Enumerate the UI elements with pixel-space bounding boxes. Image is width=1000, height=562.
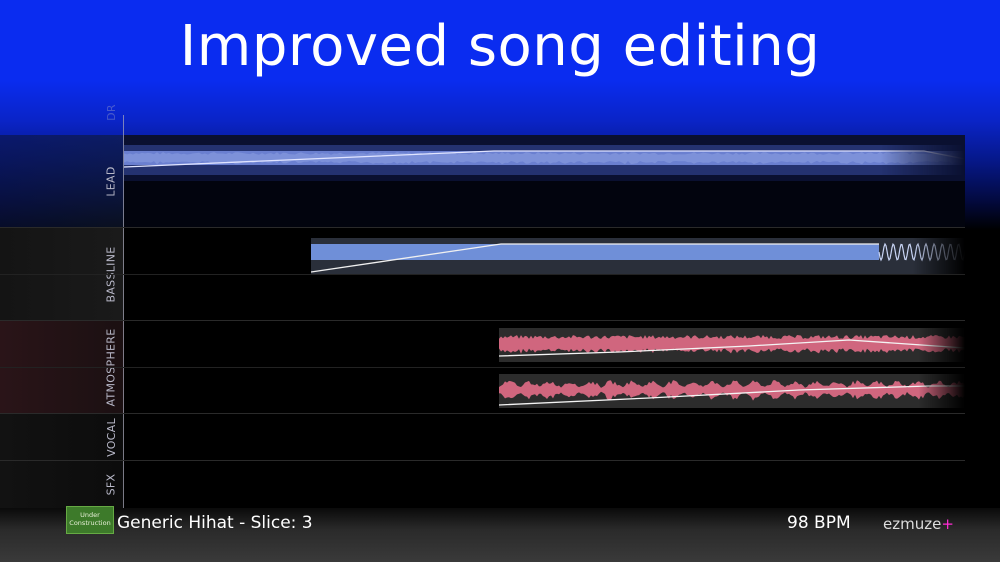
lane-vocal[interactable] [124,414,965,460]
brand-logo: ezmuze+ [883,515,954,533]
clip-lead[interactable] [124,145,965,175]
atmosphere-waveform-1 [499,328,965,362]
clip-bassline[interactable] [311,238,965,274]
under-construction-badge: Under Construction [66,506,114,534]
sample-name: Generic Hihat - Slice: 3 [117,513,313,533]
track-label-sfx[interactable]: SFX [100,461,122,508]
bpm-readout[interactable]: 98 BPM [787,513,851,533]
bassline-waveform [311,238,965,274]
clip-atmosphere-2[interactable] [499,374,965,410]
page-title: Improved song editing [179,14,821,79]
lane-bassline-2[interactable] [124,274,965,320]
row-divider [0,274,965,275]
row-divider [0,367,965,368]
track-label-vocal[interactable]: VOCAL [100,414,122,460]
row-divider [0,320,965,321]
track-label-lead[interactable]: LEAD [100,135,122,227]
clip-atmosphere-1[interactable] [499,328,965,362]
lane-sfx[interactable] [124,461,965,508]
lead-waveform [124,145,965,175]
atmosphere-waveform-2 [499,374,965,410]
track-label-dr[interactable]: DR [100,92,122,132]
row-divider [0,227,965,228]
row-divider [0,460,965,461]
lane-lead-2[interactable] [124,181,965,227]
row-divider [0,413,965,414]
